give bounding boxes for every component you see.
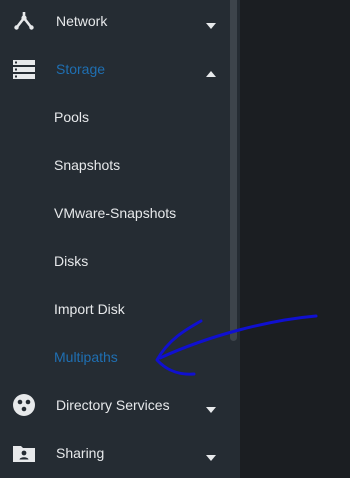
sidebar-item-label: Storage — [56, 61, 106, 77]
sidebar-item-storage[interactable]: Storage — [0, 45, 228, 93]
sidebar-subitem-label: Multipaths — [54, 349, 118, 365]
sidebar-subitem-label: Pools — [54, 109, 90, 125]
sidebar-subitem-disks[interactable]: Disks — [0, 237, 228, 285]
app-window: Network Storage Pools Snapshots VMware-S… — [0, 0, 350, 478]
storage-icon — [12, 57, 36, 81]
chevron-down-icon — [205, 401, 217, 413]
sidebar-item-label: Sharing — [56, 445, 105, 461]
sidebar-subitem-label: Snapshots — [54, 157, 121, 173]
directory-services-icon — [12, 393, 36, 417]
sidebar-item-directory-services[interactable]: Directory Services — [0, 381, 228, 429]
sidebar-subitem-snapshots[interactable]: Snapshots — [0, 141, 228, 189]
sidebar-item-label: Network — [56, 13, 108, 29]
sharing-folder-icon — [12, 441, 36, 465]
sidebar-subitem-label: Disks — [54, 253, 89, 269]
sidebar: Network Storage Pools Snapshots VMware-S… — [0, 0, 240, 478]
sidebar-item-sharing[interactable]: Sharing — [0, 429, 228, 477]
sidebar-item-network[interactable]: Network — [0, 0, 228, 45]
sidebar-item-label: Directory Services — [56, 397, 170, 413]
sidebar-subitem-label: Import Disk — [54, 301, 125, 317]
chevron-up-icon — [205, 65, 217, 77]
sidebar-subitem-vmware-snapshots[interactable]: VMware-Snapshots — [0, 189, 228, 237]
sidebar-subitem-multipaths[interactable]: Multipaths — [0, 333, 228, 381]
sidebar-scrollbar[interactable] — [230, 0, 237, 341]
network-icon — [12, 9, 36, 33]
chevron-down-icon — [205, 17, 217, 29]
chevron-down-icon — [205, 449, 217, 461]
main-content-area — [240, 0, 350, 478]
sidebar-subitem-pools[interactable]: Pools — [0, 93, 228, 141]
sidebar-subitem-import-disk[interactable]: Import Disk — [0, 285, 228, 333]
sidebar-subitem-label: VMware-Snapshots — [54, 205, 177, 221]
